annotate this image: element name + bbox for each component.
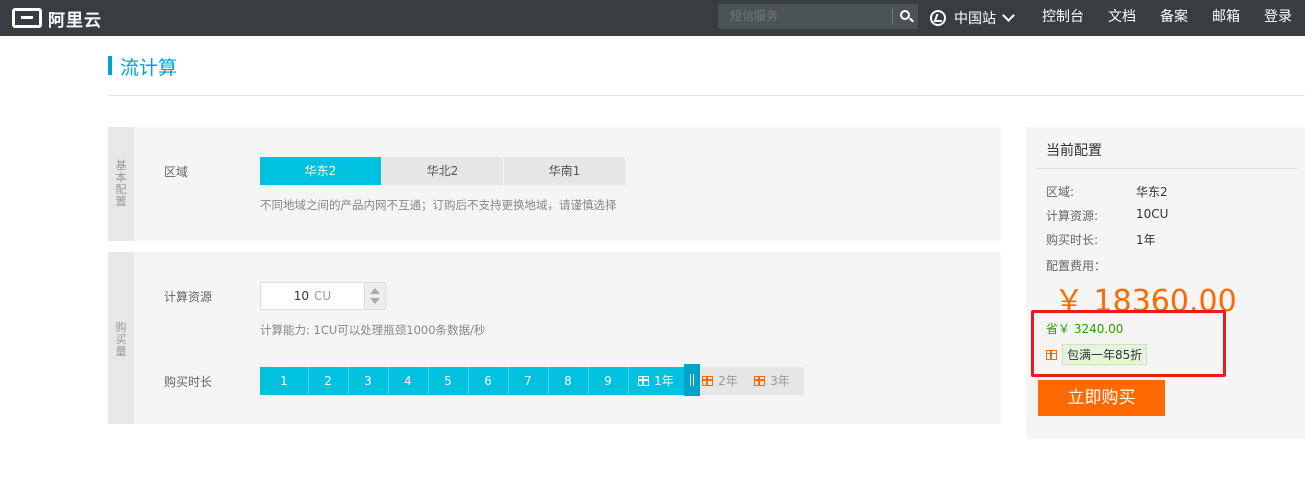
savings-text: 省￥ 3240.00 bbox=[1046, 322, 1124, 336]
duration-option-2y[interactable]: 2年 bbox=[700, 367, 740, 395]
chevron-down-icon bbox=[1002, 9, 1015, 22]
region-selector[interactable]: 中国站 bbox=[930, 0, 1015, 36]
summary-key: 区域: bbox=[1046, 185, 1075, 199]
side-label-char: 置 bbox=[115, 195, 127, 208]
region-hint: 不同地域之间的产品内网不互通；订购后不支持更换地域，请谨慎选择 bbox=[260, 198, 617, 212]
duration-label: 3年 bbox=[770, 374, 790, 388]
purchase-panel: 购 买 量 bbox=[108, 252, 1001, 424]
summary-key: 购买时长: bbox=[1046, 233, 1099, 247]
nav-console[interactable]: 控制台 bbox=[1042, 0, 1084, 34]
duration-option[interactable]: 1 bbox=[260, 367, 308, 395]
duration-option[interactable]: 2 bbox=[308, 367, 348, 395]
compute-unit: CU bbox=[314, 289, 332, 303]
panel-side-tab: 基 本 配 置 bbox=[108, 127, 134, 241]
panel-side-tab: 购 买 量 bbox=[108, 252, 134, 424]
region-label: 中国站 bbox=[954, 11, 996, 27]
duration-option[interactable]: 3 bbox=[348, 367, 388, 395]
duration-option[interactable]: 9 bbox=[588, 367, 628, 395]
duration-separator bbox=[388, 367, 389, 395]
compute-field-label: 计算资源 bbox=[164, 290, 213, 304]
duration-label: 1年 bbox=[654, 374, 674, 388]
duration-label: 2年 bbox=[718, 374, 738, 388]
search-divider bbox=[892, 9, 893, 24]
globe-icon bbox=[930, 10, 946, 26]
search-box bbox=[718, 4, 918, 29]
page-title: 流计算 bbox=[120, 57, 178, 79]
gift-icon bbox=[638, 376, 650, 386]
duration-separator bbox=[428, 367, 429, 395]
compute-hint: 计算能力: 1CU可以处理瓶颈1000条数据/秒 bbox=[260, 323, 486, 337]
region-option-south1[interactable]: 华南1 bbox=[504, 157, 625, 185]
duration-separator bbox=[468, 367, 469, 395]
top-bar: 阿里云 中国站 控制台 文档 备案 邮箱 登录 bbox=[0, 0, 1305, 36]
duration-separator bbox=[548, 367, 549, 395]
nav-login[interactable]: 登录 bbox=[1264, 0, 1292, 34]
gift-icon bbox=[754, 376, 766, 386]
region-field-label: 区域 bbox=[164, 165, 189, 179]
compute-stepper: 10 CU bbox=[260, 282, 386, 310]
duration-separator bbox=[508, 367, 509, 395]
duration-field-label: 购买时长 bbox=[164, 375, 213, 389]
logo-text: 阿里云 bbox=[48, 10, 102, 31]
duration-separator bbox=[348, 367, 349, 395]
promo-row: 包满一年85折 bbox=[1046, 344, 1148, 365]
promo-badge: 包满一年85折 bbox=[1062, 344, 1148, 365]
nav-mail[interactable]: 邮箱 bbox=[1212, 0, 1240, 34]
gift-icon bbox=[1046, 349, 1057, 360]
gift-icon bbox=[702, 376, 714, 386]
logo-icon bbox=[12, 8, 42, 28]
summary-value: 10CU bbox=[1136, 207, 1169, 221]
summary-value: 华东2 bbox=[1136, 185, 1168, 199]
duration-option[interactable]: 7 bbox=[508, 367, 548, 395]
duration-separator bbox=[308, 367, 309, 395]
search-input[interactable] bbox=[718, 4, 892, 29]
search-icon[interactable] bbox=[894, 4, 918, 29]
region-option-east2[interactable]: 华东2 bbox=[260, 157, 381, 185]
stepper-buttons bbox=[364, 283, 385, 309]
duration-option[interactable]: 4 bbox=[388, 367, 428, 395]
increment-icon[interactable] bbox=[370, 288, 380, 294]
region-option-north2[interactable]: 华北2 bbox=[382, 157, 503, 185]
compute-input[interactable]: 10 bbox=[261, 283, 309, 309]
summary-divider bbox=[1036, 168, 1298, 169]
decrement-icon[interactable] bbox=[370, 298, 380, 304]
duration-slider-handle[interactable] bbox=[684, 364, 700, 396]
fee-label: 配置费用： bbox=[1046, 259, 1107, 273]
summary-key: 计算资源: bbox=[1046, 209, 1099, 223]
duration-option-3y[interactable]: 3年 bbox=[740, 367, 804, 395]
duration-option[interactable]: 5 bbox=[428, 367, 468, 395]
nav-filing[interactable]: 备案 bbox=[1160, 0, 1188, 34]
aliyun-logo[interactable]: 阿里云 bbox=[12, 6, 102, 31]
duration-option[interactable]: 8 bbox=[548, 367, 588, 395]
nav-docs[interactable]: 文档 bbox=[1108, 0, 1136, 34]
duration-option-1y[interactable]: 1年 bbox=[628, 367, 684, 395]
title-divider bbox=[108, 95, 1305, 96]
duration-separator bbox=[628, 367, 629, 395]
title-accent-bar bbox=[108, 56, 112, 75]
duration-separator bbox=[588, 367, 589, 395]
duration-option[interactable]: 6 bbox=[468, 367, 508, 395]
summary-value: 1年 bbox=[1136, 233, 1156, 247]
side-label-char: 量 bbox=[115, 345, 127, 358]
summary-title: 当前配置 bbox=[1046, 143, 1102, 159]
buy-now-button[interactable]: 立即购买 bbox=[1038, 380, 1165, 416]
